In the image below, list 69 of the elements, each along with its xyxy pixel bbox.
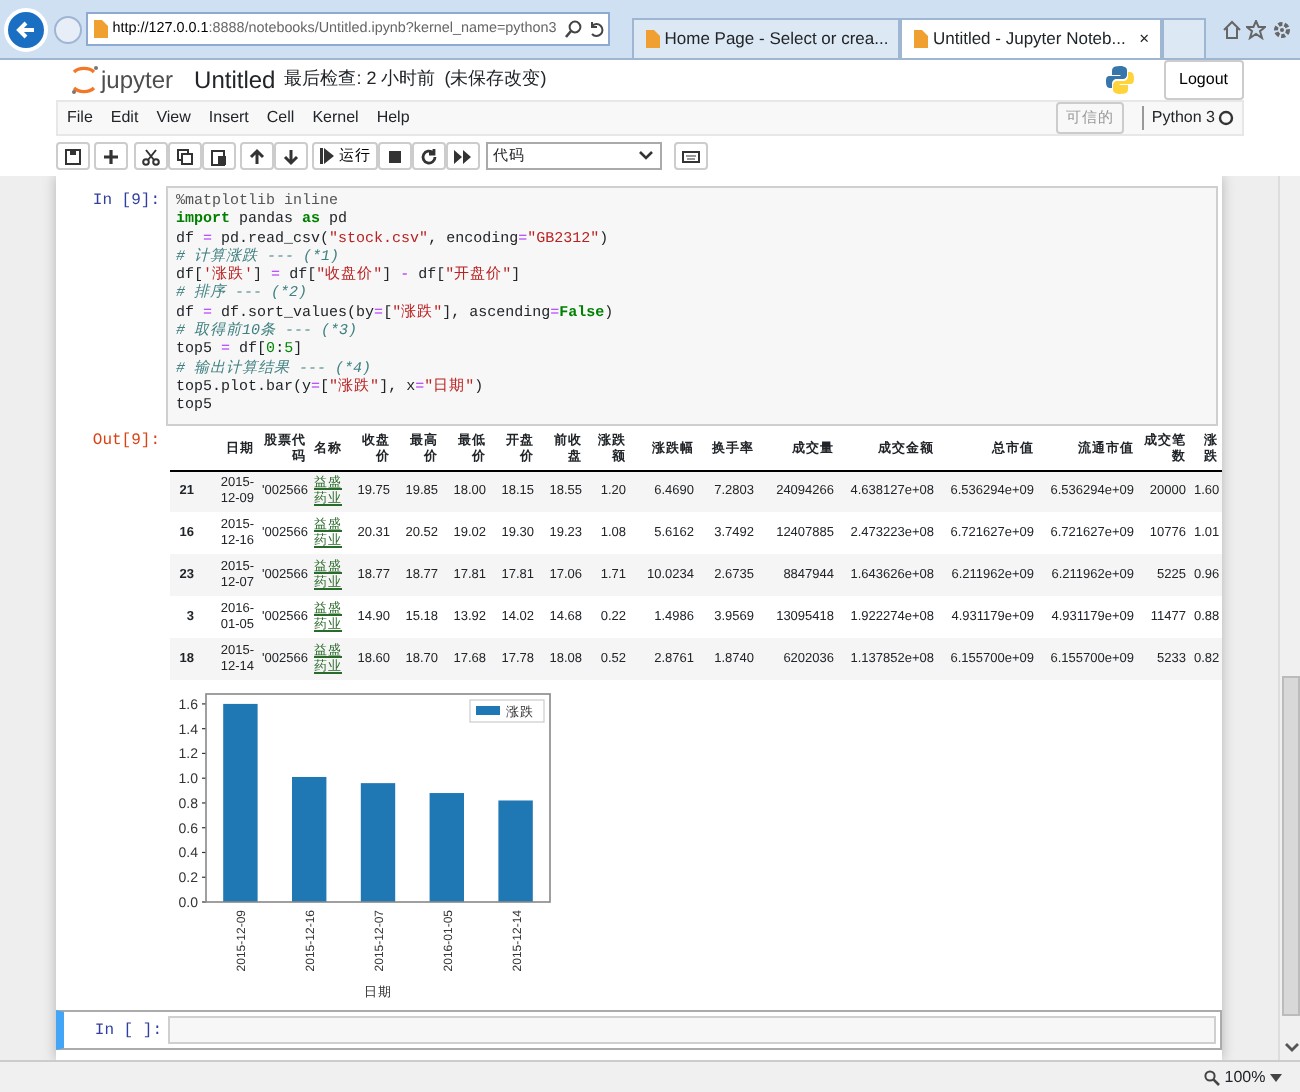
fast-forward-button[interactable] (446, 142, 481, 170)
kernel-name[interactable]: Python 3 (1141, 106, 1215, 130)
copy-icon (175, 147, 193, 165)
step-icon (320, 148, 334, 164)
input-prompt: In [ ]: (92, 1019, 164, 1044)
paste-icon (209, 147, 227, 165)
search-icon[interactable] (564, 20, 583, 38)
restart-button[interactable] (412, 142, 447, 170)
bar (292, 776, 327, 902)
home-icon[interactable] (1222, 19, 1242, 39)
scrollbar-thumb[interactable] (1282, 676, 1300, 1016)
bar (498, 799, 533, 902)
save-icon (64, 147, 82, 165)
restart-icon (420, 147, 439, 165)
input-prompt: In [9]: (90, 190, 162, 215)
keyboard-icon (681, 147, 700, 165)
code-input[interactable] (166, 186, 1218, 426)
down-arrow-icon (281, 147, 300, 165)
notebook-title[interactable]: Untitled (194, 62, 276, 98)
tab-title: Home Page - Select or crea... (664, 26, 889, 52)
refresh-icon[interactable] (587, 20, 603, 38)
zoom-icon (1204, 1069, 1221, 1085)
cut-button[interactable] (133, 142, 167, 170)
back-button[interactable] (4, 7, 49, 51)
close-tab-button[interactable]: × (1139, 26, 1150, 52)
menu-item[interactable]: Edit (110, 106, 139, 130)
menu-item[interactable]: File (67, 106, 93, 130)
checkpoint-text: 最后检查: 2 小时前 (284, 66, 436, 93)
plus-button[interactable] (94, 142, 129, 170)
tab-title: Untitled - Jupyter Noteb... (932, 26, 1126, 52)
plus-icon (102, 147, 121, 165)
cut-icon (141, 147, 159, 165)
stop-button[interactable] (378, 142, 413, 170)
caret-icon (637, 150, 653, 162)
up-arrow-button[interactable] (239, 142, 274, 170)
settings-icon[interactable] (1271, 19, 1291, 39)
jupyter-logo-icon (68, 64, 100, 96)
browser-tab[interactable]: Untitled - Jupyter Noteb... × (900, 18, 1162, 58)
down-arrow-button[interactable] (273, 142, 308, 170)
scroll-down-icon[interactable] (1282, 1040, 1300, 1056)
logo-text: jupyter (101, 64, 174, 98)
fast-forward-icon (454, 147, 473, 165)
python-logo-icon (1104, 64, 1137, 96)
browser-tab[interactable]: Home Page - Select or crea... (632, 18, 901, 58)
menu-item[interactable]: Cell (266, 106, 295, 130)
menu-item[interactable]: View (156, 106, 191, 130)
bar (360, 782, 396, 902)
menu-item[interactable]: Kernel (312, 106, 359, 130)
page-icon (644, 30, 660, 48)
menu-item[interactable]: Insert (208, 106, 249, 130)
stop-icon (386, 147, 405, 165)
zoom-level[interactable]: 100% (1224, 1065, 1266, 1089)
star-icon[interactable] (1246, 19, 1267, 39)
keyboard-button[interactable] (673, 142, 708, 170)
unsaved-text: (未保存改变) (444, 66, 547, 93)
caret-icon[interactable] (1270, 1073, 1282, 1081)
output-prompt: Out[9]: (90, 429, 162, 454)
page-icon (912, 30, 929, 48)
up-arrow-icon (247, 147, 266, 165)
bar (429, 792, 464, 902)
paste-button[interactable] (201, 142, 235, 170)
page-icon (92, 20, 108, 38)
logout-button[interactable]: Logout (1163, 60, 1244, 100)
code-input[interactable] (168, 1015, 1216, 1044)
copy-button[interactable] (167, 142, 201, 170)
save-button[interactable] (56, 142, 90, 170)
scrollbar[interactable] (1278, 176, 1300, 1060)
menu-item[interactable]: Help (376, 106, 410, 130)
back-arrow-icon (14, 17, 39, 41)
